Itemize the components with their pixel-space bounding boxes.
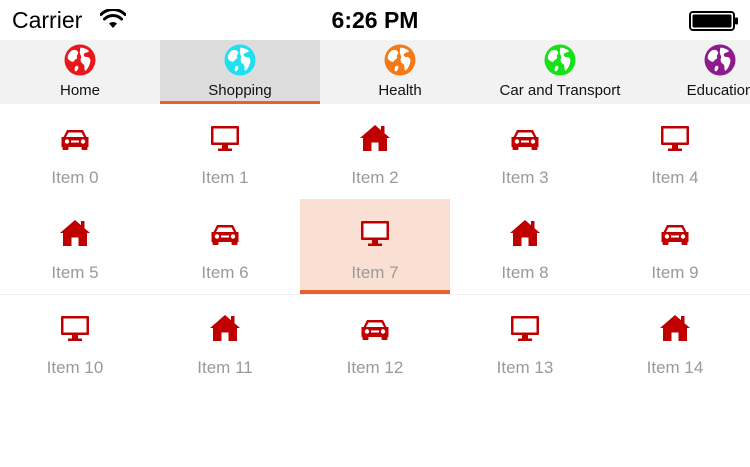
grid-item-label: Item 8	[501, 263, 549, 282]
item-grid: Item 0 Item 1 Item 2 Item 3 Item 4 Item 5 Item…	[0, 104, 750, 392]
tab-shopping[interactable]: Shopping	[160, 40, 320, 104]
category-tab-bar: Home Shopping Health Car and Transport Educa…	[0, 40, 750, 104]
grid-item-label: Item 13	[496, 358, 554, 377]
globe-icon	[544, 44, 576, 76]
battery-icon	[689, 11, 738, 31]
monitor-icon	[509, 312, 541, 344]
globe-icon	[384, 44, 416, 76]
globe-icon	[224, 44, 256, 76]
grid-item-label: Item 14	[646, 358, 704, 377]
grid-item-6[interactable]: Item 6	[150, 199, 300, 294]
grid-item-label: Item 10	[46, 358, 104, 377]
grid-item-11[interactable]: Item 11	[150, 294, 300, 389]
grid-item-2[interactable]: Item 2	[300, 104, 450, 199]
monitor-icon	[359, 217, 391, 249]
monitor-icon	[209, 122, 241, 154]
grid-item-label: Item 5	[51, 263, 99, 282]
grid-item-14[interactable]: Item 14	[600, 294, 750, 389]
grid-item-label: Item 6	[201, 263, 249, 282]
grid-item-label: Item 1	[201, 168, 249, 187]
tab-label: Education	[686, 82, 750, 99]
house-icon	[59, 217, 91, 249]
car-icon	[209, 217, 241, 249]
monitor-icon	[659, 122, 691, 154]
grid-item-9[interactable]: Item 9	[600, 199, 750, 294]
grid-item-4[interactable]: Item 4	[600, 104, 750, 199]
tab-education[interactable]: Education	[640, 40, 750, 104]
grid-item-1[interactable]: Item 1	[150, 104, 300, 199]
car-icon	[359, 312, 391, 344]
globe-icon	[64, 44, 96, 76]
grid-item-12[interactable]: Item 12	[300, 294, 450, 389]
house-icon	[659, 312, 691, 344]
grid-item-label: Item 12	[346, 358, 404, 377]
grid-item-label: Item 7	[351, 263, 399, 282]
tab-health[interactable]: Health	[320, 40, 480, 104]
grid-item-label: Item 0	[51, 168, 99, 187]
grid-item-13[interactable]: Item 13	[450, 294, 600, 389]
grid-item-label: Item 3	[501, 168, 549, 187]
tab-car-and-transport[interactable]: Car and Transport	[480, 40, 640, 104]
house-icon	[509, 217, 541, 249]
car-icon	[59, 122, 91, 154]
grid-item-0[interactable]: Item 0	[0, 104, 150, 199]
grid-item-10[interactable]: Item 10	[0, 294, 150, 389]
grid-item-8[interactable]: Item 8	[450, 199, 600, 294]
grid-item-label: Item 11	[197, 358, 253, 377]
house-icon	[209, 312, 241, 344]
status-time: 6:26 PM	[331, 7, 419, 33]
grid-item-3[interactable]: Item 3	[450, 104, 600, 199]
grid-item-label: Item 2	[351, 168, 399, 187]
tab-home[interactable]: Home	[0, 40, 160, 104]
grid-item-5[interactable]: Item 5	[0, 199, 150, 294]
globe-icon	[704, 44, 736, 76]
car-icon	[659, 217, 691, 249]
monitor-icon	[59, 312, 91, 344]
car-icon	[509, 122, 541, 154]
grid-item-7[interactable]: Item 7	[300, 199, 450, 294]
status-bar: Carrier 6:26 PM	[0, 0, 750, 40]
house-icon	[359, 122, 391, 154]
grid-item-label: Item 9	[651, 263, 699, 282]
grid-item-label: Item 4	[651, 168, 699, 187]
